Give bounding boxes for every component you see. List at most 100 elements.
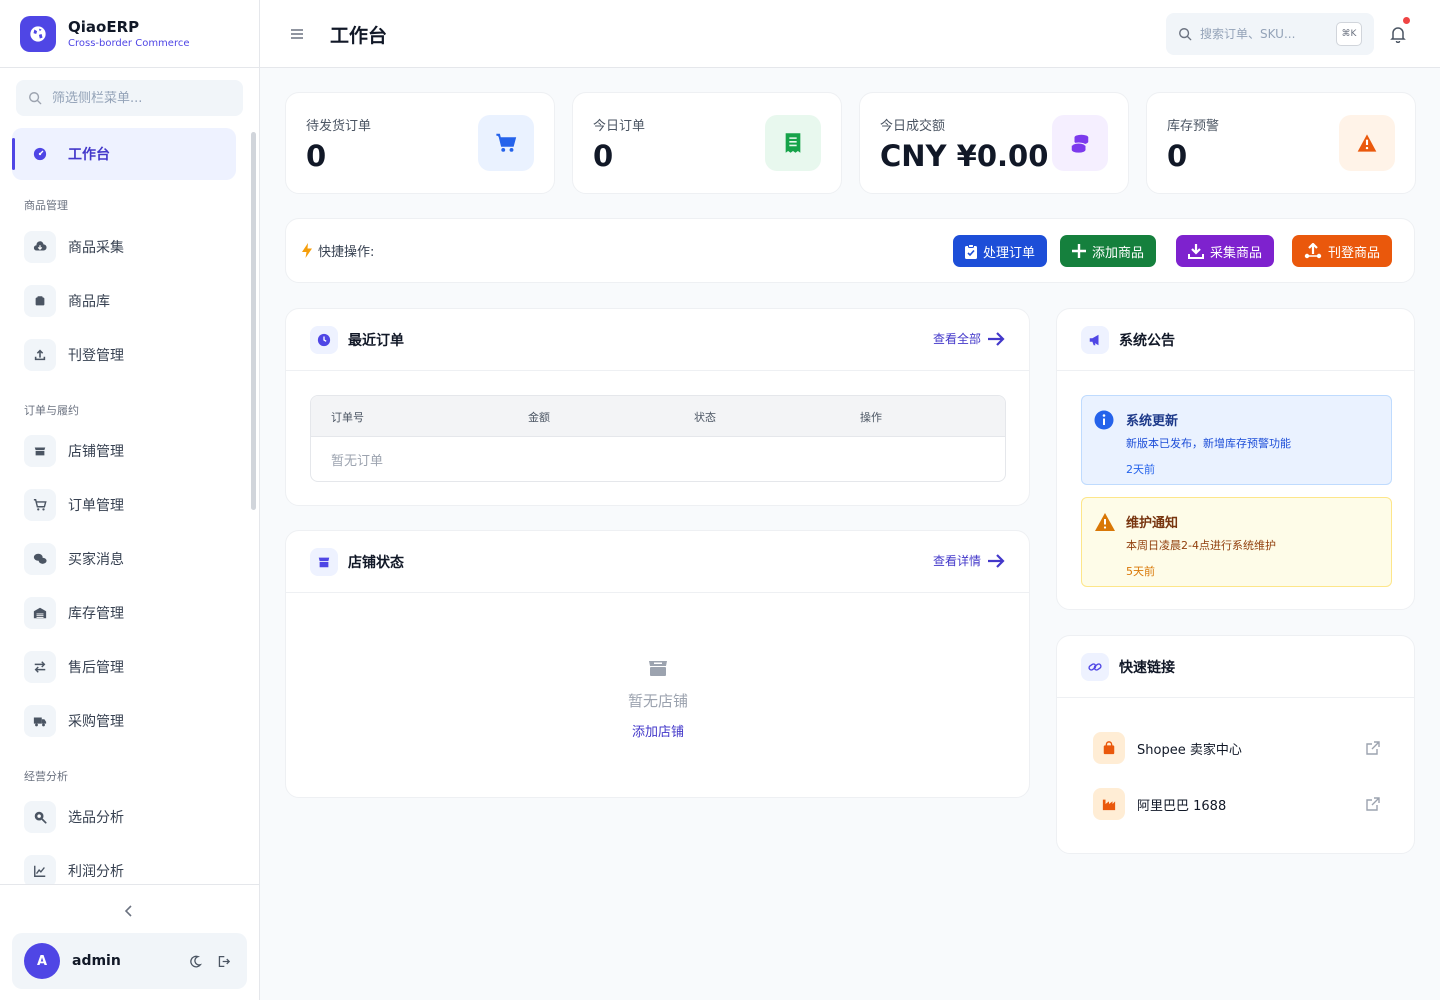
menu-group-title: 订单与履约 [24,404,79,417]
sidebar-item-aftersales[interactable]: 售后管理 [12,641,236,693]
view-all-link[interactable]: 查看全部 [933,330,1005,347]
panel-title: 最近订单 [348,332,404,349]
quick-link-1688[interactable]: 阿里巴巴 1688 [1081,784,1392,824]
view-details-link[interactable]: 查看详情 [933,552,1005,569]
warning-icon [1095,513,1115,531]
empty-state-text: 暂无店铺 [627,692,688,710]
notifications-button[interactable] [1390,25,1408,44]
plus-icon [1072,244,1086,258]
download-icon [1188,244,1204,259]
globe-icon[interactable] [20,15,56,52]
button-label: 采集商品 [1210,245,1263,261]
sidebar-filter-input[interactable] [52,90,222,106]
panel-header: 店铺状态 查看详情 [286,531,1029,593]
chevron-left-icon [124,905,132,917]
quick-actions-label: 快捷操作: [318,245,375,260]
panel-header: 最近订单 查看全部 [286,309,1029,371]
quick-link-shopee[interactable]: Shopee 卖家中心 [1081,728,1392,768]
sidebar-item-label: 买家消息 [68,552,124,568]
link-label: 查看详情 [932,554,981,568]
sidebar-item-label: 商品采集 [68,240,124,256]
stat-card-pending-shipment[interactable]: 待发货订单 0 [285,92,555,194]
empty-state-text: 暂无订单 [331,454,384,469]
keyboard-shortcut-badge: ⌘K [1336,22,1362,46]
table-header: 订单号 金额 状态 操作 [311,396,1005,437]
bell-icon [1390,27,1406,44]
sidebar-item-orders[interactable]: 订单管理 [12,479,236,531]
quick-actions-bar: 快捷操作: 处理订单 添加商品 采集商品 刊登商品 [285,218,1415,283]
announcement-item[interactable]: 系统更新 新版本已发布，新增库存预警功能 2天前 [1081,395,1392,485]
add-store-link[interactable]: 添加店铺 [286,721,1029,740]
sidebar-item-products[interactable]: 商品库 [12,275,236,327]
global-search-input[interactable] [1200,27,1330,41]
sidebar-footer: A admin [0,884,259,1000]
announcement-item[interactable]: 维护通知 本周日凌晨2-4点进行系统维护 5天前 [1081,497,1392,587]
sidebar-item-label: 库存管理 [68,606,124,622]
collect-product-button[interactable]: 采集商品 [1176,235,1275,267]
avatar: A [24,943,60,979]
page-title: 工作台 [330,25,388,47]
button-label: 处理订单 [983,245,1036,261]
warning-icon [1339,115,1395,171]
sidebar-item-label: 利润分析 [68,864,124,880]
truck-icon [24,705,56,737]
recent-orders-panel: 最近订单 查看全部 订单号 金额 状态 操作 暂无订单 [285,308,1030,506]
upload-share-icon [1304,243,1322,259]
sidebar-item-dashboard[interactable]: 工作台 [12,128,236,180]
sidebar-item-collect[interactable]: 商品采集 [12,221,236,273]
panel-title: 系统公告 [1119,332,1175,349]
search-icon [29,92,42,105]
add-product-button[interactable]: 添加商品 [1060,235,1157,267]
column-header: 状态 [694,411,716,424]
link-icon [1081,652,1109,681]
theme-toggle-button[interactable] [186,952,204,970]
megaphone-icon [1081,325,1109,354]
stat-value: 0 [1167,139,1188,173]
dashboard-icon [24,138,56,170]
quick-links-panel: 快速链接 Shopee 卖家中心 阿里巴巴 1688 [1056,635,1415,854]
announcement-time: 5天前 [1126,565,1155,578]
menu-toggle-button[interactable] [290,25,308,43]
global-search: ⌘K [1166,13,1374,55]
stat-card-today-orders[interactable]: 今日订单 0 [572,92,842,194]
sidebar-item-purchasing[interactable]: 采购管理 [12,695,236,747]
collapse-sidebar-button[interactable] [119,901,139,921]
cart-icon [478,115,534,171]
quick-actions-title: 快捷操作: [302,241,374,260]
upload-icon [24,339,56,371]
search-icon [1179,28,1192,41]
sidebar-item-inventory[interactable]: 库存管理 [12,587,236,639]
logout-icon [218,955,230,967]
stat-label: 今日订单 [593,119,646,134]
sidebar: QiaoERP Cross-border Commerce 工作台 商品管理 商… [0,0,260,1000]
sidebar-item-label: 工作台 [68,147,110,163]
user-card[interactable]: A admin [12,933,247,989]
stat-label: 今日成交额 [880,119,946,134]
clipboard-check-icon [965,243,977,259]
announcement-body: 新版本已发布，新增库存预警功能 [1126,437,1291,450]
sidebar-scrollbar[interactable] [251,132,256,510]
stat-card-stock-alert[interactable]: 库存预警 0 [1146,92,1416,194]
announcement-title: 维护通知 [1126,516,1179,531]
sidebar-item-listing[interactable]: 刊登管理 [12,329,236,381]
sidebar-item-profit-analysis[interactable]: 利润分析 [12,845,236,884]
store-icon [24,435,56,467]
sidebar-item-messages[interactable]: 买家消息 [12,533,236,585]
external-link-icon [1366,797,1380,811]
top-bar: 工作台 ⌘K [260,0,1440,68]
menu-group-title: 经营分析 [24,770,68,783]
box-icon [24,285,56,317]
list-product-button[interactable]: 刊登商品 [1292,235,1393,267]
sidebar-item-selection-analysis[interactable]: 选品分析 [12,791,236,843]
stat-card-today-sales[interactable]: 今日成交额 CNY ¥0.00 [859,92,1129,194]
button-label: 添加商品 [1092,245,1145,261]
logout-button[interactable] [214,952,232,970]
link-label: 查看全部 [932,332,981,346]
clock-icon [310,325,338,354]
button-label: 刊登商品 [1328,245,1381,261]
exchange-icon [24,651,56,683]
process-orders-button[interactable]: 处理订单 [953,235,1048,267]
sidebar-item-stores[interactable]: 店铺管理 [12,425,236,477]
shopping-bag-icon [1093,732,1125,764]
warehouse-icon [24,597,56,629]
